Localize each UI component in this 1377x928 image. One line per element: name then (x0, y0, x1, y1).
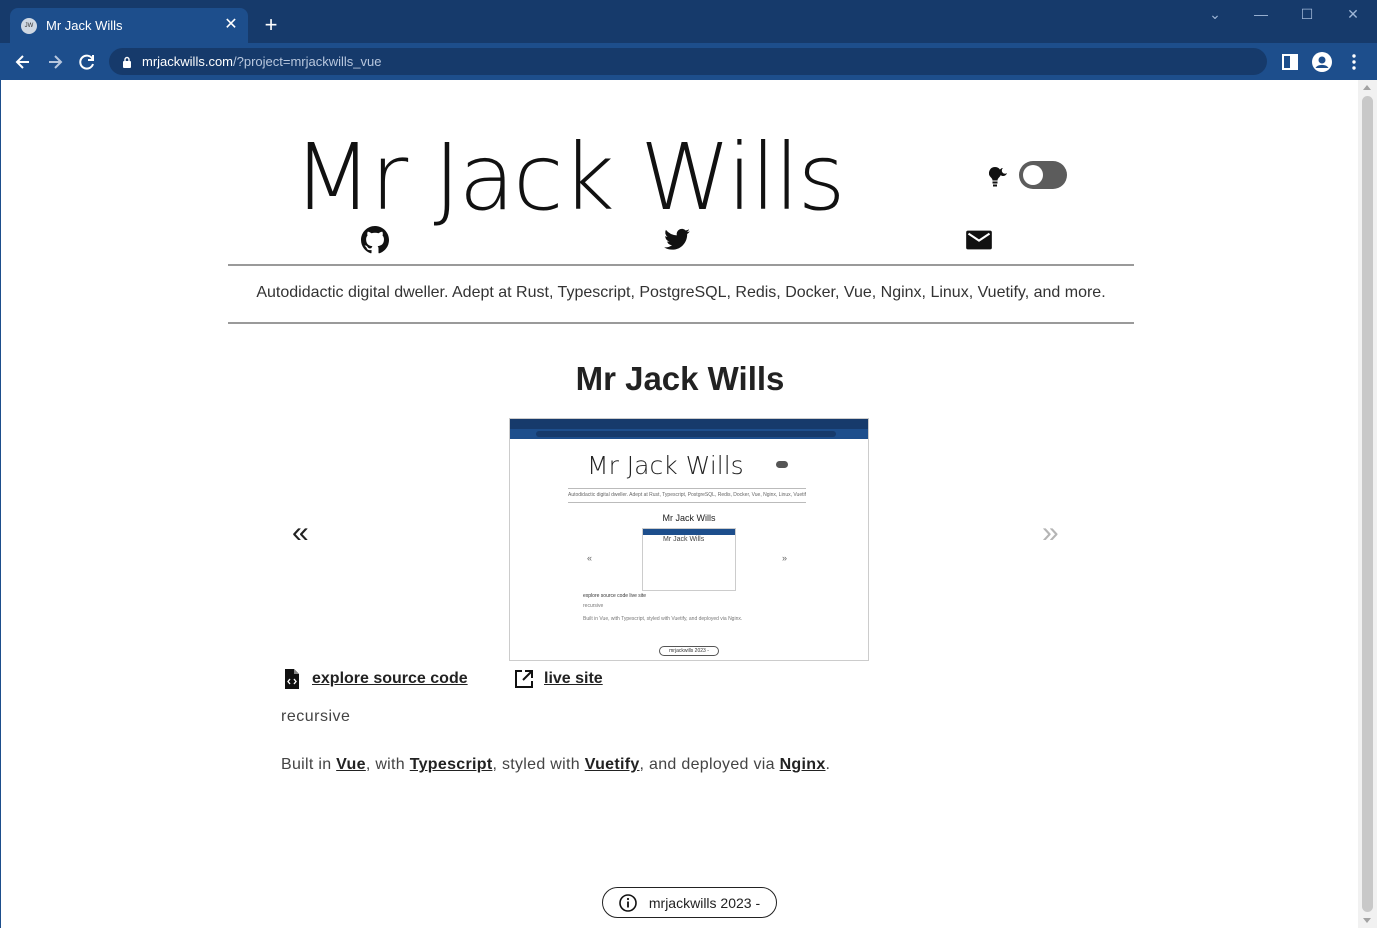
thumb-inner-bar (643, 529, 735, 535)
page-content: Mr Jack Wills Autodidactic digital dwell… (0, 80, 1358, 928)
footer-button[interactable]: mrjackwills 2023 - (602, 887, 777, 918)
thumb-divider-bottom (568, 502, 806, 503)
thumb-footer: mrjackwills 2023 - (659, 646, 719, 656)
thumb-toggle (776, 461, 788, 468)
thumb-toolbar (510, 429, 868, 439)
built-deployed: , and deployed via (639, 756, 780, 773)
thumb-tagline: Autodidactic digital dweller. Adept at R… (568, 492, 806, 498)
maximize-button[interactable]: ☐ (1292, 6, 1322, 26)
thumb-recursive: recursive (583, 603, 604, 609)
tab-search-icon[interactable]: ⌄ (1200, 6, 1230, 26)
explore-source-code-link[interactable]: explore source code (312, 670, 468, 688)
browser-tabstrip: JW Mr Jack Wills ✕ + ⌄ — ☐ ✕ (0, 0, 1377, 43)
mail-icon[interactable] (965, 226, 993, 254)
new-tab-button[interactable]: + (260, 14, 282, 36)
toggle-knob (1023, 165, 1043, 185)
project-title: Mr Jack Wills (575, 360, 785, 397)
reload-button[interactable] (74, 49, 100, 75)
profile-icon[interactable] (1311, 51, 1333, 73)
close-window-button[interactable]: ✕ (1338, 6, 1368, 26)
built-suffix: . (825, 756, 831, 773)
thumb-links: explore source code live site (583, 593, 647, 599)
thumb-tabbar (510, 419, 868, 429)
typescript-link[interactable]: Typescript (410, 756, 493, 773)
tagline: Autodidactic digital dweller. Adept at R… (256, 284, 1106, 301)
thumb-next-arrow: » (782, 553, 788, 563)
minimize-button[interactable]: — (1246, 6, 1276, 26)
tab-close-icon[interactable]: ✕ (222, 16, 240, 34)
thumb-title: Mr Jack Wills (587, 451, 744, 480)
tab-title: Mr Jack Wills (46, 18, 123, 33)
scroll-down-icon[interactable] (1363, 918, 1371, 923)
scrollbar-thumb[interactable] (1362, 96, 1373, 912)
thumb-omnibox (536, 431, 836, 437)
url-host: mrjackwills.com (142, 54, 233, 69)
thumb-prev-arrow: « (587, 553, 593, 563)
browser-toolbar: mrjackwills.com/?project=mrjackwills_vue (0, 43, 1377, 80)
menu-icon[interactable] (1343, 51, 1365, 73)
thumb-inner-title: Mr Jack Wills (663, 536, 705, 543)
project-description: recursive (281, 708, 351, 725)
scroll-up-icon[interactable] (1363, 85, 1371, 90)
lock-icon (123, 56, 131, 68)
address-bar[interactable]: mrjackwills.com/?project=mrjackwills_vue (109, 48, 1267, 75)
top-divider (228, 264, 1134, 266)
forward-button[interactable] (42, 49, 68, 75)
site-title: Mr Jack Wills (293, 124, 846, 231)
footer-text: mrjackwills 2023 - (648, 894, 761, 911)
back-button[interactable] (10, 49, 36, 75)
source-file-icon (285, 669, 299, 689)
dark-mode-toggle[interactable] (1019, 161, 1067, 189)
theme-bulb-icon (988, 166, 1007, 187)
project-screenshot[interactable]: Mr Jack Wills Autodidactic digital dwell… (509, 418, 869, 661)
built-styled: , styled with (492, 756, 585, 773)
info-icon (619, 893, 637, 912)
previous-project-button[interactable]: « (292, 518, 309, 548)
twitter-icon[interactable] (663, 226, 691, 254)
vue-link[interactable]: Vue (336, 756, 366, 773)
live-site-link[interactable]: live site (544, 670, 603, 688)
live-site-link-row[interactable]: live site (513, 666, 603, 692)
next-project-button[interactable]: » (1042, 518, 1059, 548)
vuetify-link[interactable]: Vuetify (585, 756, 640, 773)
url-path: /?project=mrjackwills_vue (233, 54, 382, 69)
source-code-link-row[interactable]: explore source code (281, 666, 468, 692)
thumb-project-title: Mr Jack Wills (662, 513, 716, 523)
built-with: , with (365, 756, 410, 773)
built-prefix: Built in (281, 756, 337, 773)
favicon-icon: JW (21, 17, 37, 34)
nginx-link[interactable]: Nginx (780, 756, 826, 773)
side-panel-icon[interactable] (1279, 51, 1301, 73)
built-with-text: Built in Vue, with Typescript, styled wi… (281, 756, 830, 774)
bottom-divider (228, 322, 1134, 324)
page-scrollbar[interactable] (1358, 80, 1377, 928)
browser-tab[interactable]: JW Mr Jack Wills ✕ (10, 8, 248, 43)
thumb-inner-screenshot: Mr Jack Wills (642, 528, 736, 591)
external-link-icon (515, 670, 533, 688)
thumb-built: Built in Vue, with Typescript, styled wi… (583, 616, 743, 622)
github-icon[interactable] (361, 226, 389, 254)
thumb-divider-top (568, 488, 806, 489)
